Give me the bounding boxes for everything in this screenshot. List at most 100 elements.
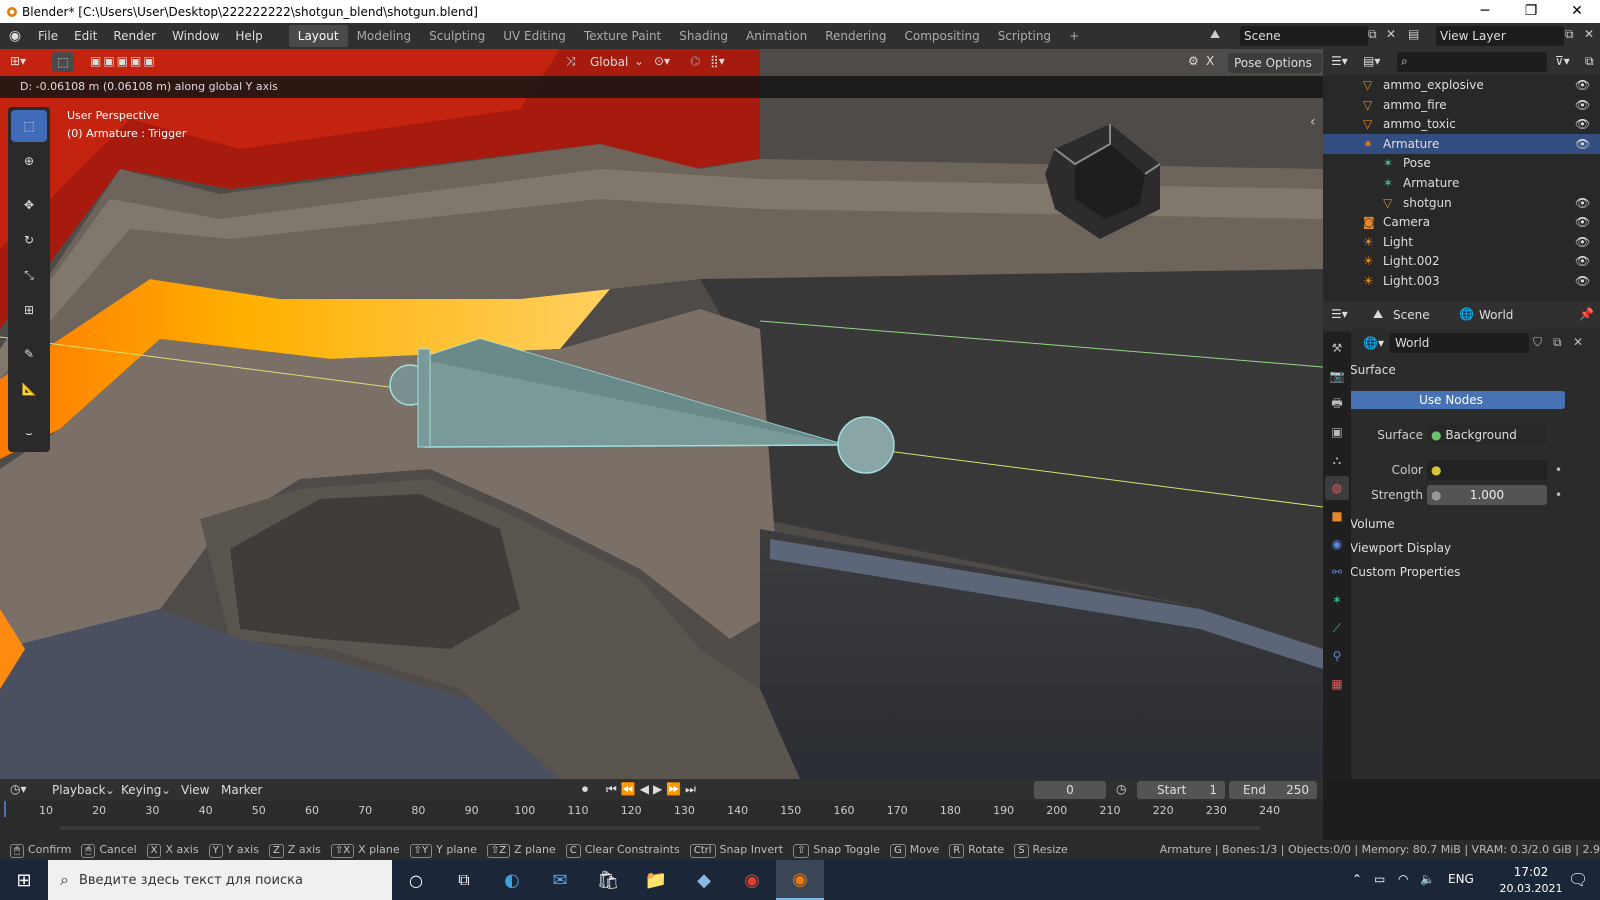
scale-tool[interactable]: ⤡ — [11, 259, 47, 291]
outliner-item[interactable]: ▽ ammo_explosive 👁 — [1323, 75, 1600, 95]
outliner-item[interactable]: ▽ ammo_fire 👁 — [1323, 95, 1600, 115]
tab-uv-editing[interactable]: UV Editing — [494, 25, 575, 47]
outliner-item[interactable]: ☀ Light 👁 — [1323, 232, 1600, 252]
menu-edit[interactable]: Edit — [66, 23, 105, 49]
menu-render[interactable]: Render — [105, 23, 164, 49]
scene-icon[interactable]: ⛰ — [1210, 27, 1220, 42]
playback-controls[interactable]: ⏮⏪◀▶⏩⏭ — [606, 782, 700, 797]
select-mode-icon[interactable]: ⬚ — [52, 52, 74, 72]
editor-type-icon[interactable]: ⊞▾ — [10, 54, 26, 68]
world-tab[interactable]: ◍ — [1325, 476, 1349, 500]
delete-view-layer-icon[interactable]: ✕ — [1584, 27, 1594, 41]
scene-tab[interactable]: ⛬ — [1325, 448, 1349, 472]
snap-target-icon[interactable]: ⣿▾ — [710, 54, 725, 68]
surface-shader-field[interactable]: ● Background — [1427, 425, 1547, 445]
selection-modes-icon[interactable]: ▣▣▣▣▣ — [90, 54, 157, 68]
snap-icon[interactable]: ⌬ — [690, 54, 700, 68]
cortana-icon[interactable]: ○ — [392, 871, 440, 890]
pin-icon[interactable]: 📌 — [1579, 307, 1594, 321]
pivot-point-icon[interactable]: ⊙▾ — [654, 54, 670, 68]
tab-sculpting[interactable]: Sculpting — [420, 25, 494, 47]
panel-custom-properties-header[interactable]: Custom Properties — [1350, 565, 1460, 579]
tab-scripting[interactable]: Scripting — [989, 25, 1060, 47]
tab-shading[interactable]: Shading — [670, 25, 737, 47]
view-layer-icon[interactable]: ▤ — [1408, 27, 1419, 41]
current-frame-field[interactable]: 0 — [1034, 781, 1106, 799]
outliner-editor-icon[interactable]: ☰▾ — [1331, 54, 1348, 68]
edge-browser-icon[interactable]: ◐ — [488, 870, 536, 891]
maximize-button[interactable]: ❐ — [1508, 0, 1554, 23]
view-layer-tab[interactable]: ▣ — [1325, 420, 1349, 444]
bend-tool[interactable]: ⌣ — [11, 417, 47, 449]
visibility-eye-icon[interactable]: 👁 — [1575, 78, 1590, 92]
menu-playback[interactable]: Playback — [52, 783, 106, 797]
measure-tool[interactable]: 📐 — [11, 373, 47, 405]
outliner-search-input[interactable]: ⌕ — [1397, 52, 1547, 72]
panel-surface-header[interactable]: Surface — [1350, 363, 1396, 377]
object-tab[interactable]: ■ — [1325, 504, 1349, 528]
clock-time[interactable]: 17:02 — [1500, 865, 1562, 879]
taskbar-search-box[interactable]: ⌕ Введите здесь текст для поиска — [48, 860, 392, 900]
color-field[interactable]: ● — [1427, 460, 1547, 480]
cursor-tool[interactable]: ⊕ — [11, 145, 47, 177]
timeline-editor-icon[interactable]: ◷▾ — [10, 782, 27, 796]
windows-start-icon[interactable]: ⊞ — [0, 870, 48, 891]
clock-date[interactable]: 20.03.2021 — [1490, 882, 1572, 895]
properties-editor-icon[interactable]: ☰▾ — [1331, 307, 1348, 321]
sidebar-toggle-icon[interactable]: ‹ — [1310, 114, 1316, 130]
new-view-layer-icon[interactable]: ⧉ — [1565, 27, 1574, 42]
armature-data-tab[interactable]: ✶ — [1325, 588, 1349, 612]
bone-constraint-tab[interactable]: ⚲ — [1325, 644, 1349, 668]
texture-tab[interactable]: ▦ — [1325, 672, 1349, 696]
menu-keying[interactable]: Keying — [121, 783, 161, 797]
frame-ruler[interactable]: 10 20 30 40 50 60 70 80 90 100 110 120 130 140 150 160 1… — [0, 801, 1323, 823]
close-window-button[interactable]: ✕ — [1554, 0, 1600, 23]
visibility-eye-icon[interactable]: 👁 — [1575, 98, 1590, 112]
visibility-eye-icon[interactable]: 👁 — [1575, 274, 1590, 288]
menu-help[interactable]: Help — [227, 23, 270, 49]
record-icon[interactable]: ⏺ — [582, 782, 588, 797]
delete-scene-icon[interactable]: ✕ — [1386, 27, 1396, 41]
3d-viewport[interactable]: ⊞▾ ⬚ ▣▣▣▣▣ ⤨ Global ⌄ ⊙▾ ⌬ ⣿▾ ⚙ X Pose O… — [0, 49, 1323, 779]
battery-icon[interactable]: ▭ — [1374, 872, 1385, 886]
use-nodes-button[interactable]: Use Nodes — [1337, 391, 1565, 409]
unlink-world-icon[interactable]: ✕ — [1573, 335, 1583, 349]
mail-icon[interactable]: ✉ — [536, 870, 584, 891]
store-icon[interactable]: 🛍 — [584, 870, 632, 891]
menu-file[interactable]: File — [30, 23, 66, 49]
view-layer-selector[interactable]: View Layer — [1436, 26, 1564, 46]
menu-window[interactable]: Window — [164, 23, 227, 49]
new-collection-icon[interactable]: ⧉ — [1585, 54, 1594, 69]
transform-tool[interactable]: ⊞ — [11, 294, 47, 326]
outliner-item[interactable]: ✶ Pose — [1323, 153, 1600, 173]
start-frame-field[interactable]: Start 1 — [1137, 781, 1225, 799]
app-icon[interactable]: ◆ — [680, 870, 728, 891]
rotate-tool[interactable]: ↻ — [11, 224, 47, 256]
outliner-item[interactable]: ✶ Armature — [1323, 173, 1600, 193]
world-name-field[interactable]: World — [1389, 333, 1529, 353]
outliner-item[interactable]: ✶ Armature 👁 — [1323, 133, 1600, 154]
tab-compositing[interactable]: Compositing — [895, 25, 988, 47]
menu-marker[interactable]: Marker — [221, 783, 262, 797]
panel-volume-header[interactable]: Volume — [1350, 517, 1395, 531]
strength-keyframe-dot[interactable]: • — [1555, 488, 1562, 502]
x-mirror-toggle[interactable]: X — [1206, 54, 1214, 68]
gizmo-icon[interactable]: ⚙ — [1188, 54, 1199, 68]
notifications-icon[interactable]: 🗨 — [1568, 870, 1588, 889]
select-box-tool[interactable]: ⬚ — [11, 110, 47, 142]
breadcrumb-world[interactable]: World — [1479, 308, 1513, 322]
visibility-eye-icon[interactable]: 👁 — [1575, 137, 1590, 151]
wifi-icon[interactable]: ◠ — [1398, 872, 1408, 886]
blender-menu-icon[interactable]: ◉ — [0, 28, 30, 44]
new-world-icon[interactable]: ⧉ — [1553, 335, 1562, 350]
scene-selector[interactable]: Scene — [1240, 26, 1368, 46]
preview-range-icon[interactable]: ◷ — [1116, 782, 1126, 796]
tab-modeling[interactable]: Modeling — [348, 25, 421, 47]
move-tool[interactable]: ✥ — [11, 189, 47, 221]
render-tab[interactable]: 📷 — [1325, 364, 1349, 388]
tab-rendering[interactable]: Rendering — [816, 25, 895, 47]
outliner-item[interactable]: ◙ Camera 👁 — [1323, 212, 1600, 232]
panel-viewport-display-header[interactable]: Viewport Display — [1350, 541, 1451, 555]
file-explorer-icon[interactable]: 📁 — [632, 870, 680, 891]
tab-animation[interactable]: Animation — [737, 25, 816, 47]
